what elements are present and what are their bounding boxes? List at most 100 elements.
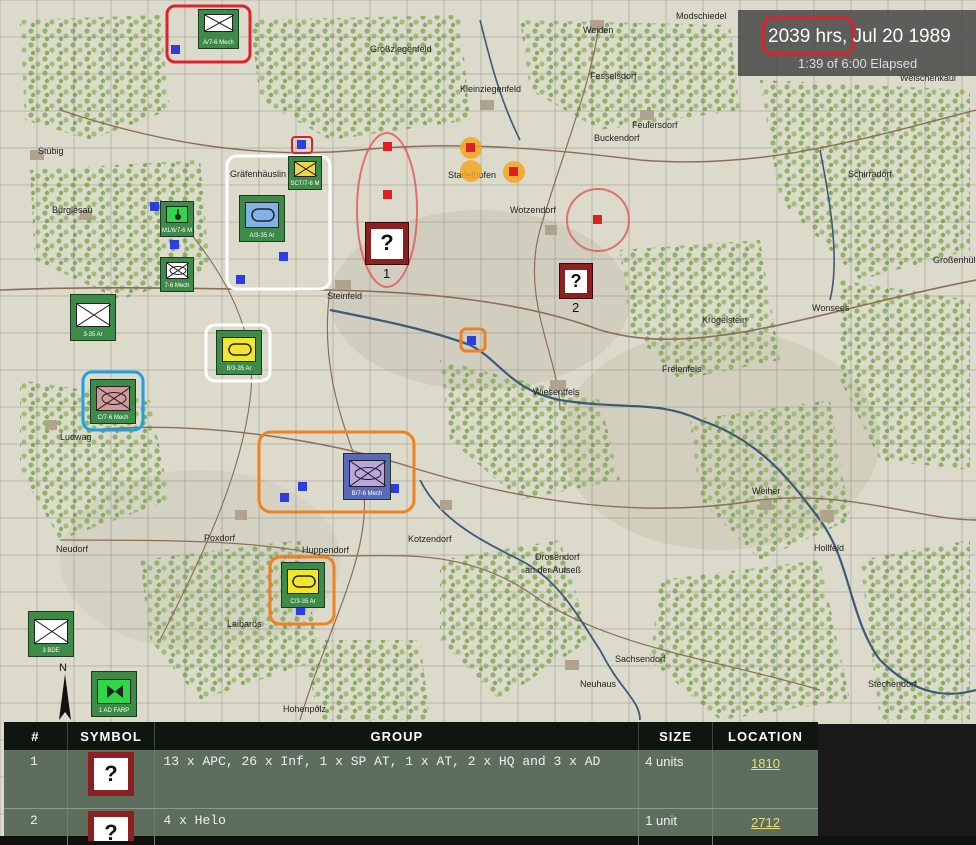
unit-counter[interactable]: C/3-35 Ar (281, 562, 325, 608)
unknown-group-icon: ? (88, 752, 134, 796)
row-num: 1 (4, 750, 67, 809)
enemy-contact-marker[interactable] (593, 215, 602, 224)
armor-symbol-icon (222, 337, 256, 362)
location-link[interactable]: 2712 (751, 815, 780, 830)
scout-symbol-icon (294, 161, 316, 177)
unit-label: 7-6 Mech (161, 283, 193, 290)
game-time: 2039 hrs, Jul 20 1989 (768, 26, 951, 48)
contact-marker[interactable] (280, 493, 289, 502)
enemy-group-number: 1 (383, 266, 390, 281)
town-label: Modschiedel (676, 11, 727, 21)
svg-text:N: N (59, 662, 67, 674)
north-arrow-icon: N (52, 660, 78, 722)
unit-counter[interactable]: 3-35 Ar (70, 294, 116, 341)
contact-marker[interactable] (171, 45, 180, 54)
town-label: Poxdorf (204, 533, 236, 543)
town-label: an der Aufseß (525, 565, 582, 575)
row-group: 13 x APC, 26 x Inf, 1 x SP AT, 1 x AT, 2… (155, 750, 639, 809)
town-label: Wonsees (812, 303, 850, 313)
enemy-groups-table: # SYMBOL GROUP SIZE LOCATION 1 ? 13 x AP… (4, 722, 818, 845)
town-label: Gräfenhäuslin (230, 169, 286, 179)
unit-label: SCT/7-6 M (289, 181, 321, 188)
location-link[interactable]: 1810 (751, 756, 780, 771)
minimap[interactable] (818, 724, 976, 836)
unit-label: A/7-6 Mech (199, 40, 238, 47)
unit-counter[interactable]: A/3-35 Ar (239, 195, 285, 242)
map-terrain: Modschiedel Weiden Großziegenfeld Fessel… (0, 0, 976, 836)
col-header-symbol: SYMBOL (67, 722, 155, 750)
enemy-group-marker[interactable]: ? (365, 222, 409, 265)
contact-marker[interactable] (150, 202, 159, 211)
town-label: Neudorf (56, 544, 89, 554)
town-label: Huppendorf (302, 545, 350, 555)
contact-marker[interactable] (390, 484, 399, 493)
enemy-group-number: 2 (572, 300, 579, 315)
unit-counter[interactable]: B/3-35 Ar (216, 330, 262, 375)
table-row[interactable]: 2 ? 4 x Helo 1 unit 2712 (4, 809, 818, 845)
town-label: Großenhül (933, 255, 976, 265)
row-symbol: ? (67, 809, 155, 845)
col-header-size: SIZE (639, 722, 713, 750)
unit-label: C/7-6 Mech (91, 415, 135, 422)
contact-marker[interactable] (236, 275, 245, 284)
contact-marker[interactable] (170, 240, 179, 249)
town-label: Schirradorf (848, 169, 893, 179)
mech-symbol-icon (349, 460, 385, 487)
contact-marker[interactable] (467, 336, 476, 345)
unit-counter[interactable]: B/7-6 Mech (343, 453, 391, 500)
row-num: 2 (4, 809, 67, 845)
col-header-num: # (4, 722, 67, 750)
elapsed-time: 1:39 of 6:00 Elapsed (798, 56, 917, 71)
town-label: Burglesau (52, 205, 93, 215)
unit-counter[interactable]: 1 AD FARP (91, 671, 137, 717)
unit-label: 3-35 Ar (71, 332, 115, 339)
row-size: 1 unit (639, 809, 713, 845)
town-label: Stübig (38, 146, 64, 156)
enemy-contact-marker[interactable] (383, 142, 392, 151)
row-size: 4 units (639, 750, 713, 809)
unit-label: B/3-35 Ar (217, 366, 261, 373)
enemy-group-marker[interactable]: ? (559, 263, 593, 299)
unit-counter[interactable]: SCT/7-6 M (288, 156, 322, 190)
row-location[interactable]: 2712 (712, 809, 818, 845)
unknown-group-icon: ? (88, 811, 134, 841)
hq-symbol-icon (34, 619, 68, 644)
unknown-icon: ? (371, 229, 403, 259)
mech-symbol-icon (76, 303, 110, 327)
enemy-groups-panel: # SYMBOL GROUP SIZE LOCATION 1 ? 13 x AP… (4, 722, 818, 836)
unknown-icon: ? (565, 270, 587, 293)
unit-label: B/7-6 Mech (344, 491, 390, 498)
town-label: Neuhaus (580, 679, 617, 689)
unit-label: A/3-35 Ar (240, 233, 284, 240)
enemy-contact-marker[interactable] (509, 167, 518, 176)
armor-symbol-icon (287, 569, 319, 594)
enemy-contact-marker[interactable] (383, 190, 392, 199)
town-label: Wiesentfels (533, 387, 580, 397)
mortar-symbol-icon (166, 206, 188, 223)
unit-counter[interactable]: A/7-6 Mech (198, 9, 239, 49)
town-label: Drosendorf (535, 552, 580, 562)
unit-counter[interactable]: C/7-6 Mech (90, 379, 136, 424)
unit-label: M1/6/7-6 M (161, 228, 193, 235)
row-location[interactable]: 1810 (712, 750, 818, 809)
enemy-contact-marker[interactable] (466, 143, 475, 152)
col-header-location: LOCATION (712, 722, 818, 750)
table-row[interactable]: 1 ? 13 x APC, 26 x Inf, 1 x SP AT, 1 x A… (4, 750, 818, 809)
unit-counter[interactable]: 3 BDE (28, 611, 74, 657)
unit-label: 3 BDE (29, 648, 73, 655)
contact-marker[interactable] (297, 140, 306, 149)
contact-marker[interactable] (298, 482, 307, 491)
town-label: Kleinziegenfeld (460, 84, 521, 94)
unit-label: C/3-35 Ar (282, 599, 324, 606)
town-label: Stechendorf (868, 679, 917, 689)
unit-counter[interactable]: M1/6/7-6 M (160, 201, 194, 237)
unit-counter[interactable]: 7-6 Mech (160, 257, 194, 292)
town-label: Hohenpölz (283, 704, 327, 714)
tactical-map[interactable]: Modschiedel Weiden Großziegenfeld Fessel… (0, 0, 976, 836)
town-label: Weiher (752, 486, 780, 496)
town-label: Sachsendorf (615, 654, 666, 664)
contact-marker[interactable] (279, 252, 288, 261)
row-symbol: ? (67, 750, 155, 809)
town-label: Kotzendorf (408, 534, 452, 544)
mech-symbol-icon (96, 386, 130, 411)
